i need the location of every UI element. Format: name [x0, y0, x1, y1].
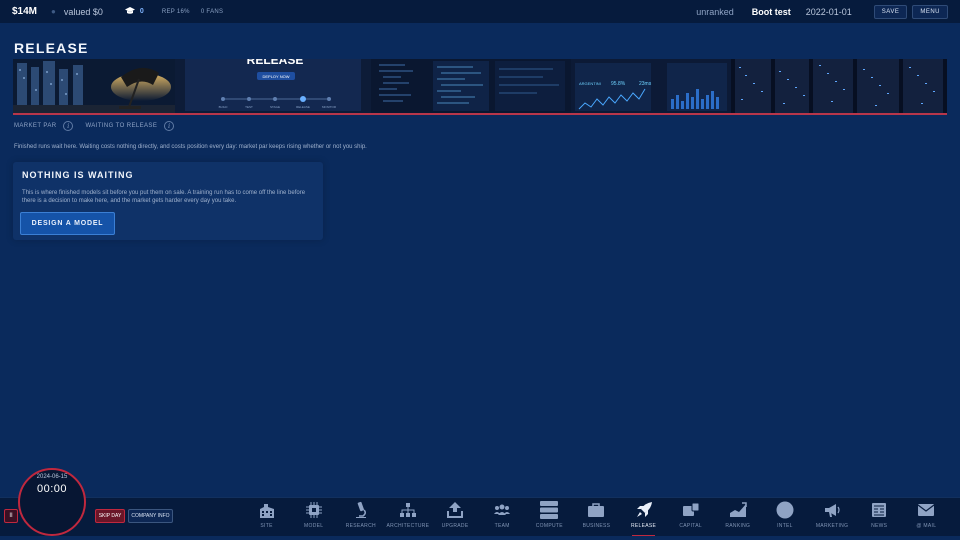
chip-icon: [305, 501, 323, 519]
nav-label: @ MAIL: [916, 523, 937, 529]
pause-button[interactable]: II: [4, 509, 18, 523]
info-icon[interactable]: i: [164, 121, 175, 131]
clock-date: 2024-06-15: [36, 474, 68, 480]
nav-item-research[interactable]: RESEARCH: [337, 498, 384, 540]
nav-item-release[interactable]: RELEASE: [620, 498, 667, 540]
company-name: Boot test: [751, 6, 791, 17]
nav-label: UPGRADE: [441, 523, 469, 529]
waiting-to-release-label: WAITING TO RELEASE: [85, 123, 158, 129]
nav-item-team[interactable]: TEAM: [479, 498, 526, 540]
release-intro-text: Finished runs wait here. Waiting costs n…: [14, 144, 367, 150]
newspaper-icon: [870, 501, 888, 519]
nav-label: SITE: [260, 523, 273, 529]
compute-value: 0: [139, 8, 144, 15]
top-bar: $14M ● valued $0 0 REP 16% 0 FANS unrank…: [0, 0, 960, 23]
banner-step-test: TEST: [245, 105, 253, 109]
nav-label: RANKING: [725, 523, 751, 529]
save-button[interactable]: SAVE: [873, 4, 908, 19]
menu-button[interactable]: MENU: [912, 4, 948, 19]
game-clock: 2024-06-15 00:00: [18, 468, 86, 536]
nav-label: BUSINESS: [582, 523, 611, 529]
building-icon: [258, 501, 276, 519]
banner-step-build: BUILD: [219, 105, 229, 109]
mail-icon: [917, 501, 935, 519]
nav-item-upgrade[interactable]: UPGRADE: [432, 498, 479, 540]
nav-label: INTEL: [777, 523, 793, 529]
info-icon[interactable]: i: [63, 121, 74, 131]
page-title: RELEASE: [14, 40, 89, 56]
market-par-label: MARKET PAR: [14, 123, 57, 129]
nav-item-marketing[interactable]: MARKETING: [809, 498, 856, 540]
game-date: 2022-01-01: [805, 6, 852, 17]
skip-day-button[interactable]: SKIP DAY: [95, 509, 125, 523]
fans-display: 0 FANS: [200, 8, 224, 15]
nav-item-mail[interactable]: @ MAIL: [903, 498, 950, 540]
banner-release-text: RELEASE: [247, 59, 304, 67]
nav-label: MARKETING: [815, 523, 849, 529]
globe-icon: [776, 501, 794, 519]
graduation-cap-icon: [124, 6, 135, 17]
banner-stat-3: 23ms: [639, 81, 652, 87]
team-icon: [493, 501, 511, 519]
banner-illustration: RELEASE DEPLOY NOW BUILD TEST STAGE RELE…: [13, 59, 947, 113]
valuation-display: valued $0: [63, 6, 103, 17]
cash-display: $14M: [12, 6, 38, 17]
nav-label: CAPITAL: [679, 523, 702, 529]
banner-stat-2: 95.8%: [611, 81, 626, 87]
upload-icon: [446, 501, 464, 519]
briefcase-icon: [587, 501, 605, 519]
nav-item-compute[interactable]: COMPUTE: [526, 498, 573, 540]
hierarchy-icon: [399, 501, 417, 519]
rocket-icon: [635, 501, 653, 519]
banner-step-monitor: MONITOR: [322, 105, 337, 109]
chart-icon: [729, 501, 747, 519]
nav-label: TEAM: [494, 523, 510, 529]
clock-time: 00:00: [36, 483, 68, 495]
banner-step-stage: STAGE: [270, 105, 280, 109]
banner-deploy-label: DEPLOY NOW: [262, 74, 289, 79]
rank-display: unranked: [696, 6, 734, 17]
design-model-button[interactable]: DESIGN A MODEL: [20, 212, 115, 235]
empty-state-description: This is where finished models sit before…: [22, 190, 306, 204]
nav-item-intel[interactable]: INTEL: [761, 498, 808, 540]
release-banner-image: RELEASE DEPLOY NOW BUILD TEST STAGE RELE…: [13, 59, 947, 115]
megaphone-icon: [823, 501, 841, 519]
banner-step-release: RELEASE: [296, 105, 310, 109]
nav-item-business[interactable]: BUSINESS: [573, 498, 620, 540]
nav-label: ARCHITECTURE: [386, 523, 430, 529]
nav-label: COMPUTE: [535, 523, 563, 529]
nav-item-ranking[interactable]: RANKING: [714, 498, 761, 540]
nav-label: MODEL: [304, 523, 324, 529]
main-navigation: SITE MODEL RESEARCH ARCHITECTURE UPGRADE: [243, 498, 950, 540]
release-status-row: MARKET PAR i WAITING TO RELEASE i: [14, 121, 186, 131]
empty-state-title: NOTHING IS WAITING: [22, 170, 134, 180]
nav-label: RELEASE: [630, 523, 657, 529]
separator-dot: ●: [51, 7, 56, 16]
bottom-edge: [0, 536, 960, 540]
nav-item-site[interactable]: SITE: [243, 498, 290, 540]
empty-state-card: NOTHING IS WAITING This is where finishe…: [13, 162, 323, 240]
company-info-button[interactable]: COMPANY INFO: [128, 509, 173, 523]
server-icon: [540, 501, 559, 519]
nav-label: RESEARCH: [345, 523, 376, 529]
bottom-bar: II X1 X2 X3 SKIP DAY COMPANY INFO SITE M…: [0, 497, 960, 540]
nav-item-news[interactable]: NEWS: [856, 498, 903, 540]
microscope-icon: [352, 501, 370, 519]
cash-icon: [682, 501, 700, 519]
nav-item-model[interactable]: MODEL: [290, 498, 337, 540]
nav-item-architecture[interactable]: ARCHITECTURE: [384, 498, 431, 540]
nav-label: NEWS: [871, 523, 888, 529]
reputation-display: REP 16%: [161, 8, 190, 15]
nav-item-capital[interactable]: CAPITAL: [667, 498, 714, 540]
banner-stat-1: ARGENTINI: [579, 81, 601, 86]
